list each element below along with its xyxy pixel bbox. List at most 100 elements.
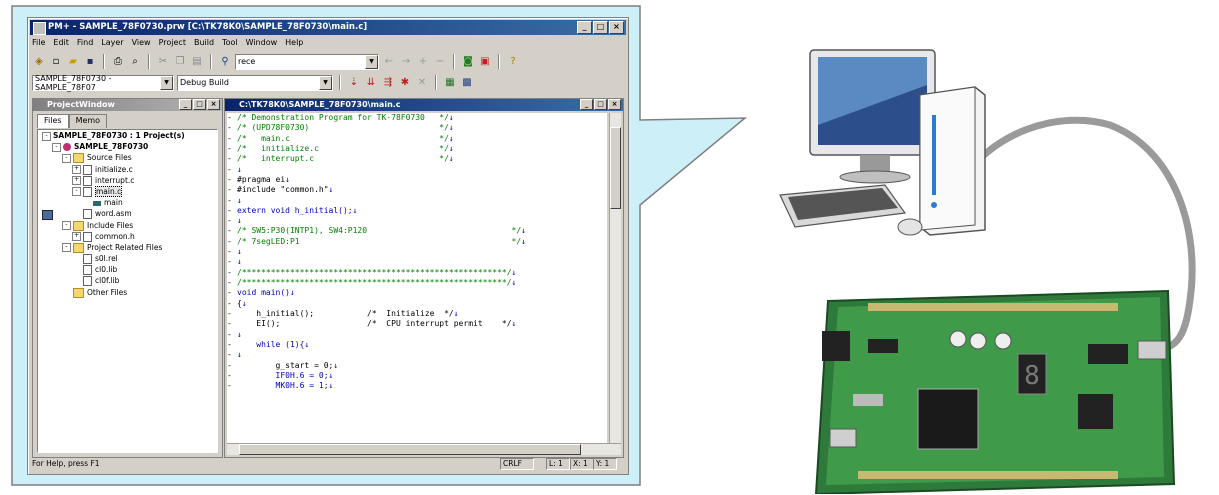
- tree-node[interactable]: + common.h: [38, 231, 217, 242]
- tree-node[interactable]: - SAMPLE_78F0730: [38, 141, 217, 152]
- copy-icon[interactable]: ❐: [173, 55, 187, 69]
- expand-icon[interactable]: +: [72, 232, 81, 242]
- newline-arrow-icon: ↓: [448, 113, 454, 122]
- scroll-thumb[interactable]: [610, 127, 621, 209]
- tab-memo[interactable]: Memo: [68, 114, 108, 128]
- status-col-x: X: 1: [570, 458, 594, 470]
- status-help: For Help, press F1: [32, 459, 100, 468]
- tree-node[interactable]: - Source Files: [38, 152, 217, 164]
- tree-node[interactable]: cl0.lib: [38, 264, 217, 276]
- scroll-thumb[interactable]: [239, 444, 581, 455]
- newline-arrow-icon: ↓: [328, 381, 334, 391]
- code-line: - MK0H.6 = 1;↓: [227, 381, 607, 391]
- chevron-down-icon[interactable]: ▼: [160, 75, 173, 90]
- code-line-text: while (1){: [237, 339, 305, 349]
- code-area[interactable]: -/* Demonstration Program for TK-78F0730…: [227, 113, 607, 443]
- close-button[interactable]: ×: [207, 99, 220, 110]
- tab-files[interactable]: Files: [37, 114, 69, 128]
- search-combo-value: rece: [238, 57, 256, 66]
- minimize-button[interactable]: _: [577, 21, 592, 34]
- line-marker: -: [227, 329, 232, 339]
- line-marker: -: [227, 133, 232, 143]
- cut-icon[interactable]: ✂: [156, 55, 170, 69]
- horizontal-scrollbar[interactable]: [227, 443, 621, 455]
- tree-node[interactable]: word.asm: [38, 208, 217, 220]
- search-combo[interactable]: rece ▼: [235, 53, 379, 70]
- project-combo[interactable]: SAMPLE_78F0730 - SAMPLE_78F07 ▼: [32, 74, 174, 92]
- menu-help[interactable]: Help: [285, 37, 303, 49]
- new-file-icon[interactable]: ▫: [49, 55, 63, 69]
- app-icon: [33, 22, 46, 35]
- menu-edit[interactable]: Edit: [53, 37, 69, 49]
- print-preview-icon[interactable]: ⌕: [128, 55, 142, 69]
- tree-node[interactable]: Other Files: [38, 287, 217, 298]
- collapse-icon[interactable]: -: [62, 243, 71, 253]
- newline-arrow-icon: ↓: [304, 339, 310, 349]
- arrow-left-icon[interactable]: ←: [382, 55, 396, 69]
- newline-arrow-icon: ↓: [289, 288, 295, 298]
- save-icon[interactable]: ▪: [83, 55, 97, 69]
- code-line-text: /* initialize.c */: [237, 143, 449, 153]
- collapse-icon[interactable]: -: [42, 131, 51, 141]
- grep-icon[interactable]: ◙: [461, 55, 475, 69]
- tree-node[interactable]: + initialize.c: [38, 164, 217, 175]
- file-icon: [83, 175, 92, 186]
- help-icon[interactable]: ?: [506, 55, 520, 69]
- build-icon[interactable]: ⇊: [364, 76, 378, 90]
- open-project-icon[interactable]: ◈: [32, 55, 46, 69]
- debug-build-icon[interactable]: ▩: [460, 76, 474, 90]
- folder-icon: [73, 242, 84, 253]
- maximize-button[interactable]: □: [193, 99, 206, 110]
- collapse-icon[interactable]: -: [72, 187, 81, 197]
- line-marker: -: [227, 298, 232, 308]
- tree-node[interactable]: main: [38, 197, 217, 208]
- expand-icon[interactable]: +: [72, 176, 81, 186]
- code-line: -/* SW5:P30(INTP1), SW4:P120 */↓: [227, 226, 607, 236]
- vertical-scrollbar[interactable]: [609, 113, 621, 443]
- collapse-icon[interactable]: -: [52, 142, 61, 152]
- find-icon[interactable]: ⚲: [218, 55, 232, 69]
- build-mode-combo[interactable]: Debug Build ▼: [177, 74, 333, 91]
- minimize-button[interactable]: _: [179, 99, 192, 110]
- minus-icon[interactable]: −: [433, 55, 447, 69]
- close-button[interactable]: ×: [608, 99, 621, 110]
- arrow-right-icon[interactable]: →: [399, 55, 413, 69]
- stop-build-icon[interactable]: ✱: [398, 76, 412, 90]
- tree-node[interactable]: - SAMPLE_78F0730 : 1 Project(s): [38, 130, 217, 220]
- menu-build[interactable]: Build: [194, 37, 214, 49]
- diff-icon[interactable]: ▣: [478, 55, 492, 69]
- collapse-icon[interactable]: -: [62, 221, 71, 230]
- chevron-down-icon[interactable]: ▼: [319, 75, 332, 90]
- maximize-button[interactable]: □: [593, 21, 608, 34]
- window-title: PM+ - SAMPLE_78F0730.prw [C:\TK78K0\SAMP…: [48, 22, 368, 32]
- minimize-button[interactable]: _: [580, 99, 593, 110]
- line-marker: -: [227, 185, 232, 195]
- print-icon[interactable]: ⎙: [111, 55, 125, 69]
- tree-node[interactable]: - main.c: [38, 185, 217, 197]
- tree-node[interactable]: - Include Files: [38, 220, 217, 231]
- expand-icon[interactable]: +: [72, 165, 81, 175]
- rebuild-all-icon[interactable]: ⇶: [381, 76, 395, 90]
- menu-view[interactable]: View: [132, 37, 151, 49]
- menu-find[interactable]: Find: [77, 37, 93, 49]
- menu-project[interactable]: Project: [159, 37, 186, 49]
- close-button[interactable]: ×: [609, 21, 624, 34]
- tree-node[interactable]: + interrupt.c: [38, 175, 217, 186]
- collapse-icon[interactable]: -: [62, 153, 71, 163]
- debug-icon[interactable]: ▦: [443, 76, 457, 90]
- maximize-button[interactable]: □: [594, 99, 607, 110]
- menu-layer[interactable]: Layer: [101, 37, 123, 49]
- newline-arrow-icon: ↓: [237, 257, 242, 267]
- paste-icon[interactable]: ▤: [190, 55, 204, 69]
- open-folder-icon[interactable]: ▰: [66, 55, 80, 69]
- tree-node[interactable]: s0l.rel: [38, 253, 217, 265]
- tree-node[interactable]: - Project Related Files: [38, 242, 217, 253]
- menu-tool[interactable]: Tool: [222, 37, 238, 49]
- menu-file[interactable]: File: [32, 37, 45, 49]
- plus-icon[interactable]: +: [416, 55, 430, 69]
- clean-icon[interactable]: ✕: [415, 76, 429, 90]
- menu-window[interactable]: Window: [246, 37, 278, 49]
- chevron-down-icon[interactable]: ▼: [365, 54, 378, 69]
- tree-node[interactable]: cl0f.lib: [38, 275, 217, 287]
- compile-icon[interactable]: ⇣: [347, 76, 361, 90]
